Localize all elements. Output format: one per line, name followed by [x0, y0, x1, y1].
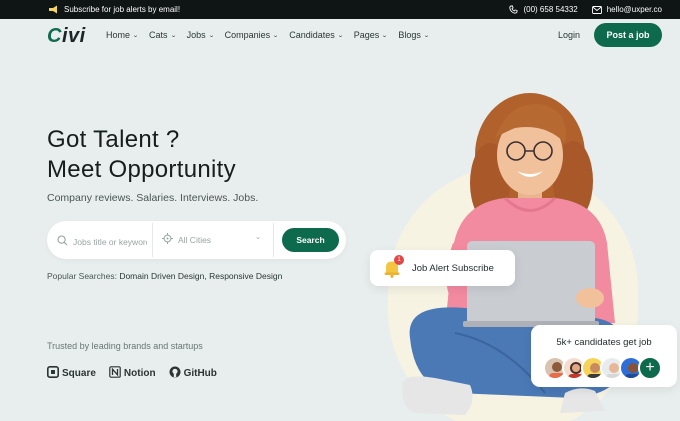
- avatar-stack: +: [543, 356, 662, 380]
- divider: [152, 223, 153, 257]
- keyword-input[interactable]: [73, 237, 147, 247]
- location-icon: [162, 233, 173, 246]
- nav-item-candidates[interactable]: Candidates ⌄: [289, 30, 343, 40]
- chevron-down-icon: ⌄: [132, 32, 139, 39]
- promo-text[interactable]: Subscribe for job alerts by email!: [64, 5, 180, 14]
- notion-logo-icon: [109, 366, 121, 381]
- github-logo-icon: [169, 366, 181, 381]
- nav-item-label: Jobs: [186, 30, 206, 40]
- candidates-label: 5k+ candidates get job: [556, 337, 652, 348]
- search-bar: All Cities ⌄ Search: [47, 221, 346, 259]
- nav-menu: Home ⌄ Cats ⌄ Jobs ⌄ Companies ⌄ Candidates ⌄…: [106, 30, 430, 40]
- bell-icon: 1: [382, 255, 404, 278]
- brand-name: Notion: [123, 368, 156, 379]
- search-button[interactable]: Search: [282, 228, 339, 252]
- city-value: All Cities: [178, 234, 212, 245]
- megaphone-icon: [48, 5, 58, 14]
- brand-logos: Square Notion GitHub: [47, 366, 217, 381]
- logo[interactable]: Civi: [47, 25, 86, 48]
- nav-item-label: Blogs: [398, 30, 421, 40]
- square-logo-icon: [47, 366, 59, 381]
- notification-badge: 1: [394, 255, 404, 265]
- nav-item-label: Candidates: [289, 30, 335, 40]
- nav-item-jobs[interactable]: Jobs ⌄: [186, 30, 215, 40]
- email-address[interactable]: hello@uxper.co: [607, 5, 662, 14]
- chevron-down-icon: ⌄: [207, 32, 215, 39]
- login-link[interactable]: Login: [558, 30, 580, 40]
- top-bar: Subscribe for job alerts by email! (00) …: [0, 0, 680, 19]
- search-icon: [57, 233, 68, 251]
- phone-number[interactable]: (00) 658 54332: [523, 5, 577, 14]
- hero-title: Got Talent ? Meet Opportunity: [47, 125, 236, 185]
- nav-item-cats[interactable]: Cats ⌄: [149, 30, 176, 40]
- brand-notion: Notion: [109, 366, 156, 381]
- brand-square: Square: [47, 366, 96, 381]
- candidates-card: 5k+ candidates get job +: [531, 325, 677, 387]
- popular-label: Popular Searches:: [47, 271, 117, 281]
- popular-link[interactable]: Responsive Design: [209, 271, 282, 281]
- popular-link[interactable]: Domain Driven Design,: [119, 271, 206, 281]
- nav-item-label: Companies: [224, 30, 271, 40]
- city-select[interactable]: All Cities: [162, 233, 211, 246]
- chevron-down-icon[interactable]: ⌄: [255, 233, 261, 241]
- logo-mark: C: [47, 25, 62, 47]
- job-alert-card[interactable]: 1 Job Alert Subscribe: [370, 250, 515, 286]
- nav-item-blogs[interactable]: Blogs ⌄: [398, 30, 429, 40]
- nav-item-label: Home: [106, 30, 131, 40]
- mail-icon: [591, 5, 602, 14]
- phone-icon: [509, 5, 518, 14]
- post-job-button[interactable]: Post a job: [594, 23, 662, 47]
- logo-text: ivi: [61, 25, 86, 47]
- brand-github: GitHub: [169, 366, 217, 381]
- chevron-down-icon: ⌄: [381, 32, 389, 39]
- nav-item-home[interactable]: Home ⌄: [106, 30, 139, 40]
- hero-title-line1: Got Talent ?: [47, 126, 180, 153]
- divider: [273, 223, 274, 257]
- brand-name: GitHub: [183, 368, 217, 379]
- nav-item-label: Pages: [353, 30, 380, 40]
- nav-item-companies[interactable]: Companies ⌄: [225, 30, 279, 40]
- job-alert-label: Job Alert Subscribe: [412, 262, 494, 274]
- main-nav: Civi Home ⌄ Cats ⌄ Jobs ⌄ Companies ⌄ Candid…: [0, 19, 680, 53]
- nav-item-pages[interactable]: Pages ⌄: [354, 30, 388, 40]
- chevron-down-icon: ⌄: [423, 32, 430, 39]
- chevron-down-icon: ⌄: [336, 32, 344, 39]
- hero-title-line2: Meet Opportunity: [47, 156, 236, 183]
- chevron-down-icon: ⌄: [169, 32, 177, 39]
- brand-name: Square: [62, 368, 96, 379]
- chevron-down-icon: ⌄: [272, 32, 279, 39]
- nav-item-label: Cats: [149, 30, 168, 40]
- popular-searches: Popular Searches: Domain Driven Design, …: [47, 271, 282, 281]
- trusted-label: Trusted by leading brands and startups: [47, 341, 203, 351]
- hero-subtitle: Company reviews. Salaries. Interviews. J…: [47, 192, 259, 204]
- add-icon[interactable]: +: [638, 356, 662, 380]
